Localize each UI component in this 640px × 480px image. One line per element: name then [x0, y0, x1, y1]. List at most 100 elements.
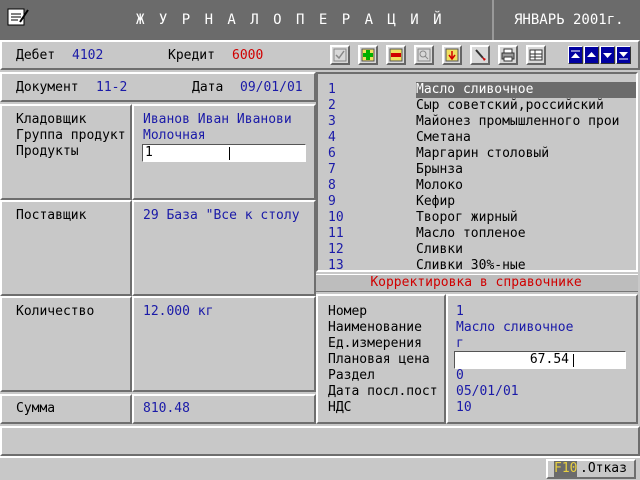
window-title: Ж У Р Н А Л О П Е Р А Ц И Й [136, 12, 445, 28]
cancel-key: F10 [554, 461, 578, 477]
supplier-label-cell: Поставщик [0, 200, 132, 296]
ref-name-label: Наименование [328, 320, 422, 335]
arrow-down-icon [603, 53, 612, 58]
document-number: 11-2 [96, 80, 128, 95]
notepad-icon[interactable] [6, 6, 30, 28]
list-item-number: 6 [328, 146, 336, 161]
download-icon [445, 48, 459, 62]
reference-values-cell: 1 Масло сливочное г 67.54 0 05/01/01 10 [446, 294, 638, 424]
search-icon [417, 48, 431, 62]
table-icon [529, 49, 543, 61]
storekeeper-label-cell: Кладовщик Группа продукт Продукты [0, 104, 132, 200]
list-item-name: Маргарин столовый [416, 146, 550, 161]
list-item[interactable]: 1 Масло сливочное [318, 82, 636, 98]
products-input[interactable]: 1 [142, 144, 306, 162]
products-input-value: 1 [145, 145, 153, 160]
sum-value-cell: 810.48 [132, 394, 316, 424]
date-label: Дата [192, 80, 224, 95]
list-item-name: Творог жирный [416, 210, 518, 225]
check-button[interactable] [330, 45, 350, 65]
supplier-value-cell: 29 База "Все к столу [132, 200, 316, 296]
list-item-number: 9 [328, 194, 336, 209]
period-label: ЯНВАРЬ 2001г. [514, 12, 624, 28]
quantity-value-cell: 12.000 кг [132, 296, 316, 392]
add-button[interactable] [358, 45, 378, 65]
reference-title-bar: Корректировка в справочнике [316, 274, 638, 292]
supplier-value[interactable]: 29 База "Все к столу [143, 208, 313, 224]
document-panel: Документ 11-2 Дата 09/01/01 [0, 72, 316, 102]
ref-number-label: Номер [328, 304, 368, 319]
list-item-name: Сыр советский,российский [416, 98, 604, 113]
text-cursor [229, 147, 230, 160]
list-item-number: 10 [328, 210, 344, 225]
sum-label: Сумма [16, 401, 56, 416]
list-item-number: 3 [328, 114, 336, 129]
list-item[interactable]: 3 Майонез промышленного прои [318, 114, 636, 130]
import-button[interactable] [442, 45, 462, 65]
list-item[interactable]: 11 Масло топленое [318, 226, 636, 242]
title-bar: Ж У Р Н А Л О П Е Р А Ц И Й ЯНВАРЬ 2001г… [0, 0, 640, 40]
list-item[interactable]: 9 Кефир [318, 194, 636, 210]
list-item-name: Кефир [416, 194, 456, 209]
next-record-button[interactable] [600, 46, 615, 64]
list-item-name: Сливки 30%-ные [416, 258, 526, 272]
group-label: Группа продукт [16, 128, 126, 143]
list-item-number: 2 [328, 98, 336, 113]
document-label: Документ [16, 80, 79, 95]
list-item-name: Брынза [416, 162, 463, 177]
ref-section-value[interactable]: 0 [456, 368, 464, 384]
reference-labels-cell: Номер Наименование Ед.измерения Плановая… [316, 294, 446, 424]
ref-section-label: Раздел [328, 368, 375, 383]
list-item[interactable]: 2 Сыр советский,российский [318, 98, 636, 114]
first-record-button[interactable] [568, 46, 583, 64]
list-item[interactable]: 10 Творог жирный [318, 210, 636, 226]
quantity-label-cell: Количество [0, 296, 132, 392]
text-cursor [573, 354, 574, 367]
minus-icon [389, 48, 403, 62]
ref-name-value[interactable]: Масло сливочное [456, 320, 573, 336]
arrow-down-last-icon [619, 52, 628, 60]
list-item-number: 13 [328, 258, 344, 272]
last-record-button[interactable] [616, 46, 631, 64]
list-item[interactable]: 12 Сливки [318, 242, 636, 258]
ref-number-value[interactable]: 1 [456, 304, 464, 320]
plus-icon [361, 48, 375, 62]
debit-value: 4102 [72, 48, 104, 63]
ref-lastdate-value[interactable]: 05/01/01 [456, 384, 519, 400]
list-item-name: Майонез промышленного прои [416, 114, 620, 129]
list-item-number: 11 [328, 226, 344, 241]
credit-label: Кредит [168, 48, 215, 63]
remove-button[interactable] [386, 45, 406, 65]
list-item[interactable]: 4 Сметана [318, 130, 636, 146]
list-item[interactable]: 7 Брынза [318, 162, 636, 178]
ref-unit-value[interactable]: г [456, 336, 464, 352]
clear-button[interactable] [470, 45, 490, 65]
list-item[interactable]: 6 Маргарин столовый [318, 146, 636, 162]
list-item[interactable]: 8 Молоко [318, 178, 636, 194]
print-button[interactable] [498, 45, 518, 65]
list-item-number: 7 [328, 162, 336, 177]
supplier-label: Поставщик [16, 208, 87, 223]
prev-record-button[interactable] [584, 46, 599, 64]
quantity-value[interactable]: 12.000 кг [143, 304, 213, 320]
cancel-button[interactable]: F10 .Отказ [546, 459, 636, 479]
group-value[interactable]: Молочная [143, 128, 206, 144]
ref-price-input[interactable]: 67.54 [454, 351, 626, 369]
products-label: Продукты [16, 144, 79, 159]
credit-value: 6000 [232, 48, 264, 63]
export-button[interactable] [526, 45, 546, 65]
list-item-name: Масло топленое [416, 226, 526, 241]
storekeeper-value-cell: Иванов Иван Иванови Молочная 1 [132, 104, 316, 200]
list-item-number: 4 [328, 130, 336, 145]
storekeeper-value[interactable]: Иванов Иван Иванови [143, 112, 313, 128]
search-button[interactable] [414, 45, 434, 65]
date-value: 09/01/01 [240, 80, 303, 95]
debit-label: Дебет [16, 48, 56, 63]
list-item-number: 1 [328, 82, 336, 97]
list-item[interactable]: 13 Сливки 30%-ные [318, 258, 636, 272]
ref-vat-value[interactable]: 10 [456, 400, 472, 416]
list-item-name: Молоко [416, 178, 463, 193]
reference-title: Корректировка в справочнике [370, 275, 582, 290]
product-list[interactable]: 1 Масло сливочное 2 Сыр советский,российски… [316, 72, 638, 272]
ref-lastdate-label: Дата посл.пост [328, 384, 438, 399]
